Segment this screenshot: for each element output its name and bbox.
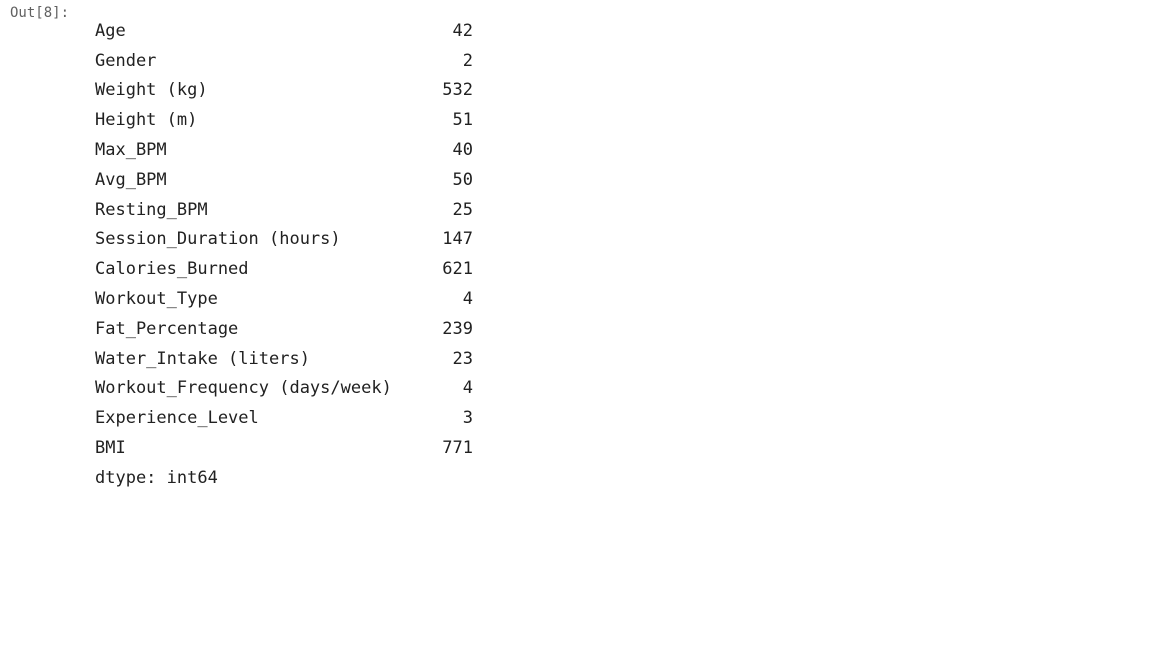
series-index-label: Session_Duration (hours) (95, 229, 341, 250)
series-row: Calories_Burned 621 (95, 254, 473, 284)
series-row: Age 42 (95, 16, 473, 46)
series-value: 3 (462, 408, 473, 429)
series-row: Fat_Percentage 239 (95, 314, 473, 344)
series-index-label: Fat_Percentage (95, 318, 239, 339)
series-index-label: Water_Intake (liters) (95, 348, 310, 369)
series-row: Max_BPM 40 (95, 135, 473, 165)
series-value: 621 (442, 259, 473, 280)
series-value: 4 (462, 378, 473, 399)
series-index-label: Weight (kg) (95, 80, 208, 101)
series-row: Weight (kg) 532 (95, 76, 473, 106)
series-index-label: Age (95, 20, 126, 41)
notebook-cell-output: Out[8]: Age 42 Gender 2 Weight (kg) 532 Height… (0, 0, 1152, 648)
series-value: 532 (442, 80, 473, 101)
series-row: Resting_BPM 25 (95, 195, 473, 225)
series-value: 239 (442, 318, 473, 339)
series-rows: Age 42 Gender 2 Weight (kg) 532 Height (m) 51 Ma… (95, 16, 473, 463)
series-value: 50 (452, 169, 473, 190)
series-index-label: Height (m) (95, 110, 198, 131)
series-row: Workout_Frequency (days/week) 4 (95, 374, 473, 404)
series-row: Workout_Type 4 (95, 284, 473, 314)
series-row: Experience_Level 3 (95, 403, 473, 433)
dtype-line: dtype: int64 (95, 467, 218, 488)
series-value: 25 (452, 199, 473, 220)
series-index-label: Experience_Level (95, 408, 259, 429)
series-index-label: BMI (95, 438, 126, 459)
series-value: 23 (452, 348, 473, 369)
series-value: 42 (452, 20, 473, 41)
series-value: 771 (442, 438, 473, 459)
series-output[interactable]: Age 42 Gender 2 Weight (kg) 532 Height (m) 51 Ma… (95, 16, 473, 493)
series-index-label: Max_BPM (95, 140, 167, 161)
series-index-label: Workout_Type (95, 289, 218, 310)
series-index-label: Resting_BPM (95, 199, 208, 220)
series-value: 51 (452, 110, 473, 131)
series-row: Gender 2 (95, 46, 473, 76)
series-value: 2 (462, 50, 473, 71)
output-prompt: Out[8]: (10, 5, 70, 21)
series-index-label: Avg_BPM (95, 169, 167, 190)
series-index-label: Gender (95, 50, 157, 71)
series-value: 4 (462, 289, 473, 310)
series-index-label: Workout_Frequency (days/week) (95, 378, 392, 399)
series-index-label: Calories_Burned (95, 259, 249, 280)
series-value: 147 (442, 229, 473, 250)
series-row: Water_Intake (liters) 23 (95, 344, 473, 374)
series-row: Avg_BPM 50 (95, 165, 473, 195)
series-row: Session_Duration (hours) 147 (95, 225, 473, 255)
series-row: BMI 771 (95, 433, 473, 463)
series-value: 40 (452, 140, 473, 161)
series-row: Height (m) 51 (95, 105, 473, 135)
